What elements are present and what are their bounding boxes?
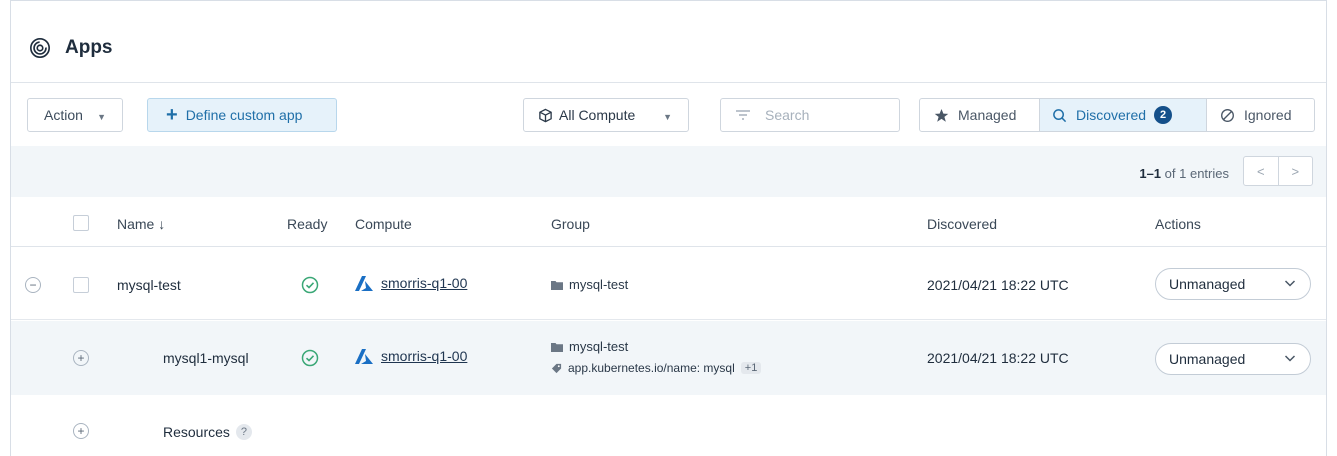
group-cell: mysql-test: [551, 339, 628, 354]
tab-discovered[interactable]: Discovered 2: [1040, 99, 1207, 131]
entries-total: of 1 entries: [1164, 166, 1229, 181]
entries-count: 1–1 of 1 entries: [1139, 166, 1229, 181]
compute-label: All Compute: [559, 107, 636, 123]
group-cell: mysql-test: [551, 277, 628, 292]
compute-filter-dropdown[interactable]: All Compute ▼: [523, 98, 689, 132]
header-compute[interactable]: Compute: [355, 216, 412, 232]
compute-name-link[interactable]: smorris-q1-00: [381, 275, 467, 291]
group-name: mysql-test: [569, 277, 629, 292]
ready-check-icon: [301, 276, 319, 294]
select-all-checkbox[interactable]: [73, 215, 89, 231]
define-label: Define custom app: [185, 107, 303, 123]
filter-icon: [736, 110, 750, 120]
tab-managed-label: Managed: [958, 107, 1017, 123]
help-icon[interactable]: ?: [235, 424, 252, 440]
apps-swirl-icon: [30, 38, 50, 58]
discovered-time: 2021/04/21 18:22 UTC: [927, 350, 1069, 366]
chevron-down-icon: [1284, 280, 1296, 287]
more-labels-badge[interactable]: +1: [740, 362, 762, 374]
tag-icon: [551, 363, 562, 373]
folder-icon: [551, 342, 563, 352]
label-text: app.kubernetes.io/name: mysql: [568, 361, 735, 375]
action-dropdown[interactable]: Action ▼: [27, 98, 123, 132]
toolbar: Action ▼ + Define custom app All Compute…: [11, 84, 1326, 146]
action-label: Action: [44, 107, 83, 123]
chevron-left-icon: <: [1256, 163, 1265, 179]
app-state-tabs: Managed Discovered 2 Ignored: [919, 98, 1315, 132]
header-group[interactable]: Group: [551, 216, 590, 232]
app-name: mysql1-mysql: [163, 350, 249, 366]
next-page-button[interactable]: >: [1279, 157, 1313, 185]
tab-ignored[interactable]: Ignored: [1207, 99, 1314, 131]
table-header: Name ↓ Ready Compute Group Discovered Ac…: [11, 197, 1326, 247]
page-header: Apps: [11, 1, 1326, 83]
header-actions: Actions: [1155, 216, 1201, 232]
resources-label: Resources: [163, 424, 230, 440]
plus-icon: +: [166, 104, 178, 126]
pager-buttons: < >: [1243, 156, 1313, 186]
caret-down-icon: ▼: [97, 112, 106, 122]
header-ready[interactable]: Ready: [287, 216, 327, 232]
tab-ignored-label: Ignored: [1244, 107, 1292, 123]
page-title: Apps: [65, 37, 113, 58]
header-name[interactable]: Name ↓: [117, 216, 165, 232]
expand-resources-toggle[interactable]: +: [73, 423, 89, 439]
chevron-down-icon: [1284, 355, 1296, 362]
search-input[interactable]: [765, 107, 885, 123]
compute-name-link[interactable]: smorris-q1-00: [381, 348, 467, 364]
search-icon: [1052, 108, 1067, 123]
resources-row: + Resources ?: [11, 395, 1326, 456]
folder-icon: [551, 280, 563, 290]
table-row: − mysql-test smorris-q1-00 mysql-test 20…: [11, 248, 1326, 320]
azure-icon: [355, 348, 373, 364]
label-tag: app.kubernetes.io/name: mysql +1: [551, 361, 762, 375]
manage-state-dropdown[interactable]: Unmanaged: [1155, 268, 1311, 300]
caret-down-icon: ▼: [663, 112, 672, 122]
discovered-count-badge: 2: [1154, 106, 1173, 124]
apps-panel: Apps Action ▼ + Define custom app All Co…: [10, 0, 1327, 456]
search-box[interactable]: [720, 98, 900, 132]
expand-row-toggle[interactable]: +: [73, 350, 89, 366]
tab-managed[interactable]: Managed: [920, 99, 1040, 131]
compute-link[interactable]: smorris-q1-00: [355, 275, 467, 291]
collapse-row-toggle[interactable]: −: [25, 277, 41, 293]
pagination-bar: 1–1 of 1 entries < >: [11, 146, 1326, 197]
table-row: + mysql1-mysql smorris-q1-00 mysql-test …: [11, 321, 1326, 395]
cube-icon: [539, 108, 552, 122]
app-name: mysql-test: [117, 277, 181, 293]
prev-page-button[interactable]: <: [1244, 157, 1279, 185]
manage-state-label: Unmanaged: [1169, 351, 1246, 367]
resources-label-cell: Resources ?: [163, 424, 252, 440]
tab-discovered-label: Discovered: [1076, 107, 1147, 123]
define-custom-app-button[interactable]: + Define custom app: [147, 98, 337, 132]
entries-range: 1–1: [1139, 166, 1162, 181]
ban-icon: [1220, 108, 1235, 123]
ready-check-icon: [301, 349, 319, 367]
compute-link[interactable]: smorris-q1-00: [355, 348, 467, 364]
manage-state-dropdown[interactable]: Unmanaged: [1155, 343, 1311, 375]
row-checkbox[interactable]: [73, 277, 89, 293]
star-icon: [934, 108, 949, 123]
group-name: mysql-test: [569, 339, 629, 354]
discovered-time: 2021/04/21 18:22 UTC: [927, 277, 1069, 293]
azure-icon: [355, 275, 373, 291]
manage-state-label: Unmanaged: [1169, 276, 1246, 292]
header-discovered[interactable]: Discovered: [927, 216, 997, 232]
chevron-right-icon: >: [1291, 163, 1300, 179]
